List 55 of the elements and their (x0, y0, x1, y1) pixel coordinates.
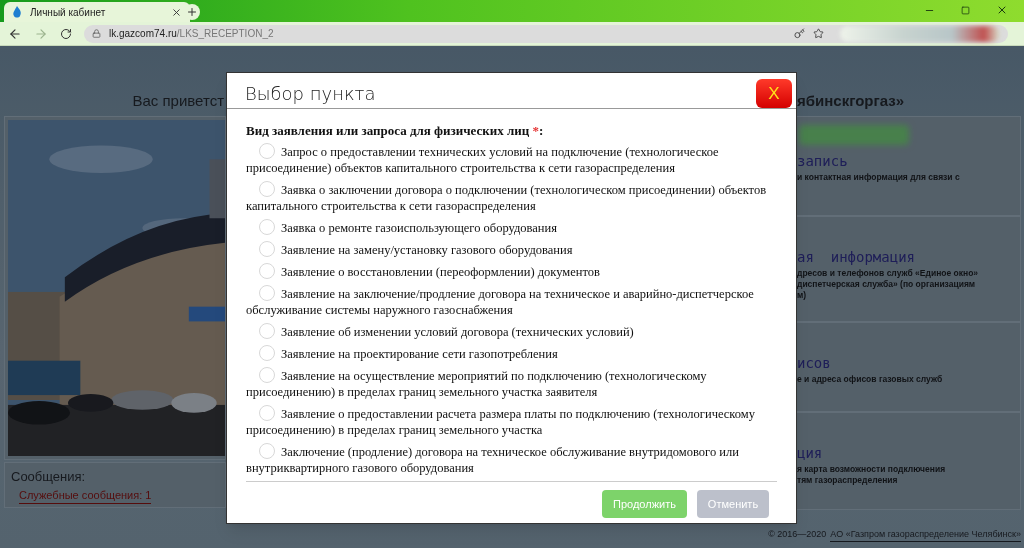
card-title: исов (797, 354, 832, 373)
radio-option[interactable]: Заявление о восстановлении (переоформлении) документов (246, 263, 777, 280)
card-text: м) (797, 290, 808, 301)
close-icon[interactable] (996, 4, 1008, 16)
card-title: ция (797, 443, 824, 463)
radio-button[interactable] (259, 405, 275, 421)
radio-option[interactable]: Заявление на замену/установку газового оборудования (246, 241, 777, 258)
question-label: Вид заявления или запроса для физических лиц *: (246, 123, 545, 139)
radio-option[interactable]: Заявление о предоставлении расчета размера платы по подключению (технологическому присоединению) в пределах границ земельного участка (246, 405, 777, 438)
radio-button[interactable] (259, 241, 275, 257)
radio-button[interactable] (259, 367, 275, 383)
close-icon[interactable] (171, 6, 182, 18)
card-text: и контактная информация для связи с (797, 172, 961, 183)
reload-icon[interactable] (60, 27, 72, 40)
key-icon[interactable] (794, 28, 805, 39)
radio-option[interactable]: Заявление об изменении условий договора (технических условий) (246, 323, 777, 340)
radio-button[interactable] (259, 263, 275, 279)
radio-button[interactable] (259, 443, 275, 459)
card-text: дресов и телефонов служб «Единое окно» (797, 268, 980, 279)
url-text: lk.gazcom74.ru/LKS_RECEPTION_2 (109, 27, 274, 41)
bookmark-icon[interactable] (813, 28, 824, 39)
radio-option[interactable]: Запрос о предоставлении технических условий на подключение (технологическое присоединение) объектов капитального строительства к сети газораспределения (246, 143, 777, 176)
radio-button[interactable] (259, 219, 275, 235)
browser-tab[interactable]: Личный кабинет (4, 2, 190, 22)
card-text: диспетчерская служба» (по организациям (797, 279, 977, 290)
maximize-icon[interactable] (961, 5, 970, 15)
close-button[interactable]: X (756, 79, 792, 108)
back-icon[interactable] (8, 26, 22, 41)
radio-button[interactable] (259, 323, 275, 339)
radio-option[interactable]: Заявление на заключение/продление договора на техническое и аварийно-диспетчерское обслуживание системы наружного газоснабжения (246, 285, 777, 318)
card-text: е и адреса офисов газовых служб (797, 374, 944, 385)
greeting-text: Вас приветст (131, 91, 225, 111)
card-text: тям газораспределения (797, 474, 899, 486)
radio-button[interactable] (259, 345, 275, 361)
radio-button[interactable] (259, 285, 275, 301)
dialog-title: Выбор пункта (245, 82, 376, 106)
radio-option[interactable]: Заявление на проектирование сети газопотребления (246, 345, 777, 362)
radio-option[interactable]: Заключение (продление) договора на техническое обслуживание внутридомового или внутриквартирного газового оборудования (246, 443, 777, 476)
radio-option[interactable]: Заявка о заключении договора о подключении (технологическом присоединении) объектов капитального строительства к сети газораспределения (246, 181, 777, 214)
card-title: ая информация (797, 248, 916, 267)
extension-icons[interactable] (840, 25, 1000, 42)
address-field[interactable]: lk.gazcom74.ru/LKS_RECEPTION_2 (84, 24, 1008, 43)
forward-icon[interactable] (34, 26, 48, 41)
tab-title: Личный кабинет (30, 5, 107, 20)
messages-title: Сообщения: (11, 468, 87, 486)
greeting-text: ябинскгоргаз» (797, 91, 906, 111)
lock-icon (92, 29, 101, 38)
copyright-text: © 2016—2020 (768, 527, 827, 541)
radio-option[interactable]: Заявление на осуществление мероприятий по подключению (технологическому присоединению) в пределах границ земельного участка заявителя (246, 367, 777, 400)
radio-button[interactable] (259, 181, 275, 197)
radio-option[interactable]: Заявка о ремонте газоиспользующего оборудования (246, 219, 777, 236)
card-text: я карта возможности подключения (797, 463, 947, 475)
radio-button[interactable] (259, 143, 275, 159)
plus-icon (186, 6, 198, 18)
card-title: запись (797, 152, 849, 171)
